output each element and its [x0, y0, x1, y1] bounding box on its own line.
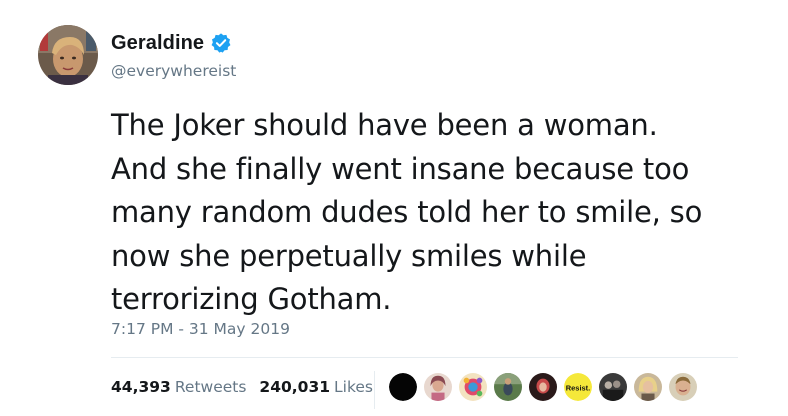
likes-count: 240,031 [259, 378, 331, 396]
author-avatar[interactable] [38, 25, 98, 85]
divider [111, 357, 738, 358]
author-name-row[interactable]: Geraldine [111, 30, 232, 56]
retweets-stat[interactable]: 44,393 Retweets [111, 378, 246, 396]
likes-label: Likes [334, 378, 374, 396]
liker-avatars: Resist. [388, 372, 703, 402]
display-name[interactable]: Geraldine [111, 32, 204, 55]
liker-avatar[interactable] [528, 372, 558, 402]
retweets-label: Retweets [174, 378, 247, 396]
liker-avatar[interactable] [458, 372, 488, 402]
liker-avatar[interactable]: Resist. [563, 372, 593, 402]
tweet-card: Geraldine @everywhereist The Joker shoul… [0, 0, 788, 416]
resist-badge-text: Resist. [566, 383, 590, 392]
verified-badge-icon [210, 32, 232, 54]
tweet-stats: 44,393 Retweets 240,031 Likes [111, 376, 373, 398]
tweet-timestamp[interactable]: 7:17 PM - 31 May 2019 [111, 320, 290, 338]
liker-avatar[interactable] [598, 372, 628, 402]
tweet-text: The Joker should have been a woman. And … [111, 108, 703, 316]
liker-avatar[interactable] [493, 372, 523, 402]
author-handle[interactable]: @everywhereist [111, 62, 236, 80]
stats-separator [374, 371, 375, 409]
retweets-count: 44,393 [111, 378, 171, 396]
profile-photo-icon [38, 25, 98, 85]
liker-avatar[interactable] [388, 372, 418, 402]
liker-avatar[interactable] [423, 372, 453, 402]
liker-avatar[interactable] [633, 372, 663, 402]
liker-avatar[interactable] [668, 372, 698, 402]
likes-stat[interactable]: 240,031 Likes [259, 378, 373, 396]
